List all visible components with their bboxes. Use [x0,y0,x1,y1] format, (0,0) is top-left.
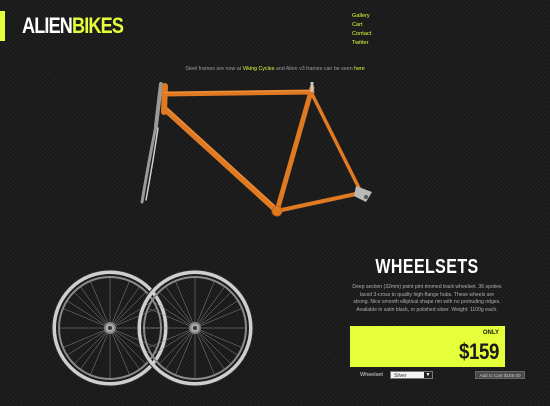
fork [140,82,163,204]
product-heading: WHEELSETS [375,256,479,278]
nav-gallery[interactable]: Gallery [352,12,371,21]
product-description: Deep section (32mm) point pint rimmed tr… [352,284,502,313]
nav-contact[interactable]: Contact [352,30,371,39]
wheelset-option-label: Wheelset [360,372,383,378]
nav-twitter[interactable]: Twitter [352,39,371,48]
add-to-cart-button[interactable]: Add to Cart $159.00 [475,371,525,379]
wheelset-select[interactable]: Silver ▼ [390,371,433,379]
nav-cart[interactable]: Cart [352,21,371,30]
dropouts [354,186,372,202]
frames-here-link[interactable]: here [354,66,365,72]
notice-text-middle: and Alien v3 frames can be seen [274,66,355,72]
wheelset-image [51,269,254,387]
wheelset-select-value: Silver [394,373,407,379]
bike-frame-image [140,82,372,217]
wheel-rear [136,269,254,387]
price-box: ONLY $159 [350,326,505,367]
purchase-options: Wheelset Silver ▼ Add to Cart $159.00 [350,371,525,381]
chevron-down-icon[interactable]: ▼ [424,372,432,378]
announcement-text: Steel frames are now at Viking Cycles an… [0,66,550,72]
viking-cycles-link[interactable]: Viking Cycles [243,66,275,72]
logo-part-bikes: BIKES [72,13,124,38]
logo-part-alien: ALIEN [22,13,73,38]
main-nav: Gallery Cart Contact Twitter [352,12,371,48]
frame-tubes [161,83,367,214]
notice-text-before: Steel frames are now at [185,66,243,72]
price-label: ONLY [482,330,499,336]
bottom-bracket [271,205,283,217]
accent-bar [0,11,5,41]
site-logo[interactable]: ALIENBIKES [22,12,124,40]
price-value: $159 [459,339,499,364]
